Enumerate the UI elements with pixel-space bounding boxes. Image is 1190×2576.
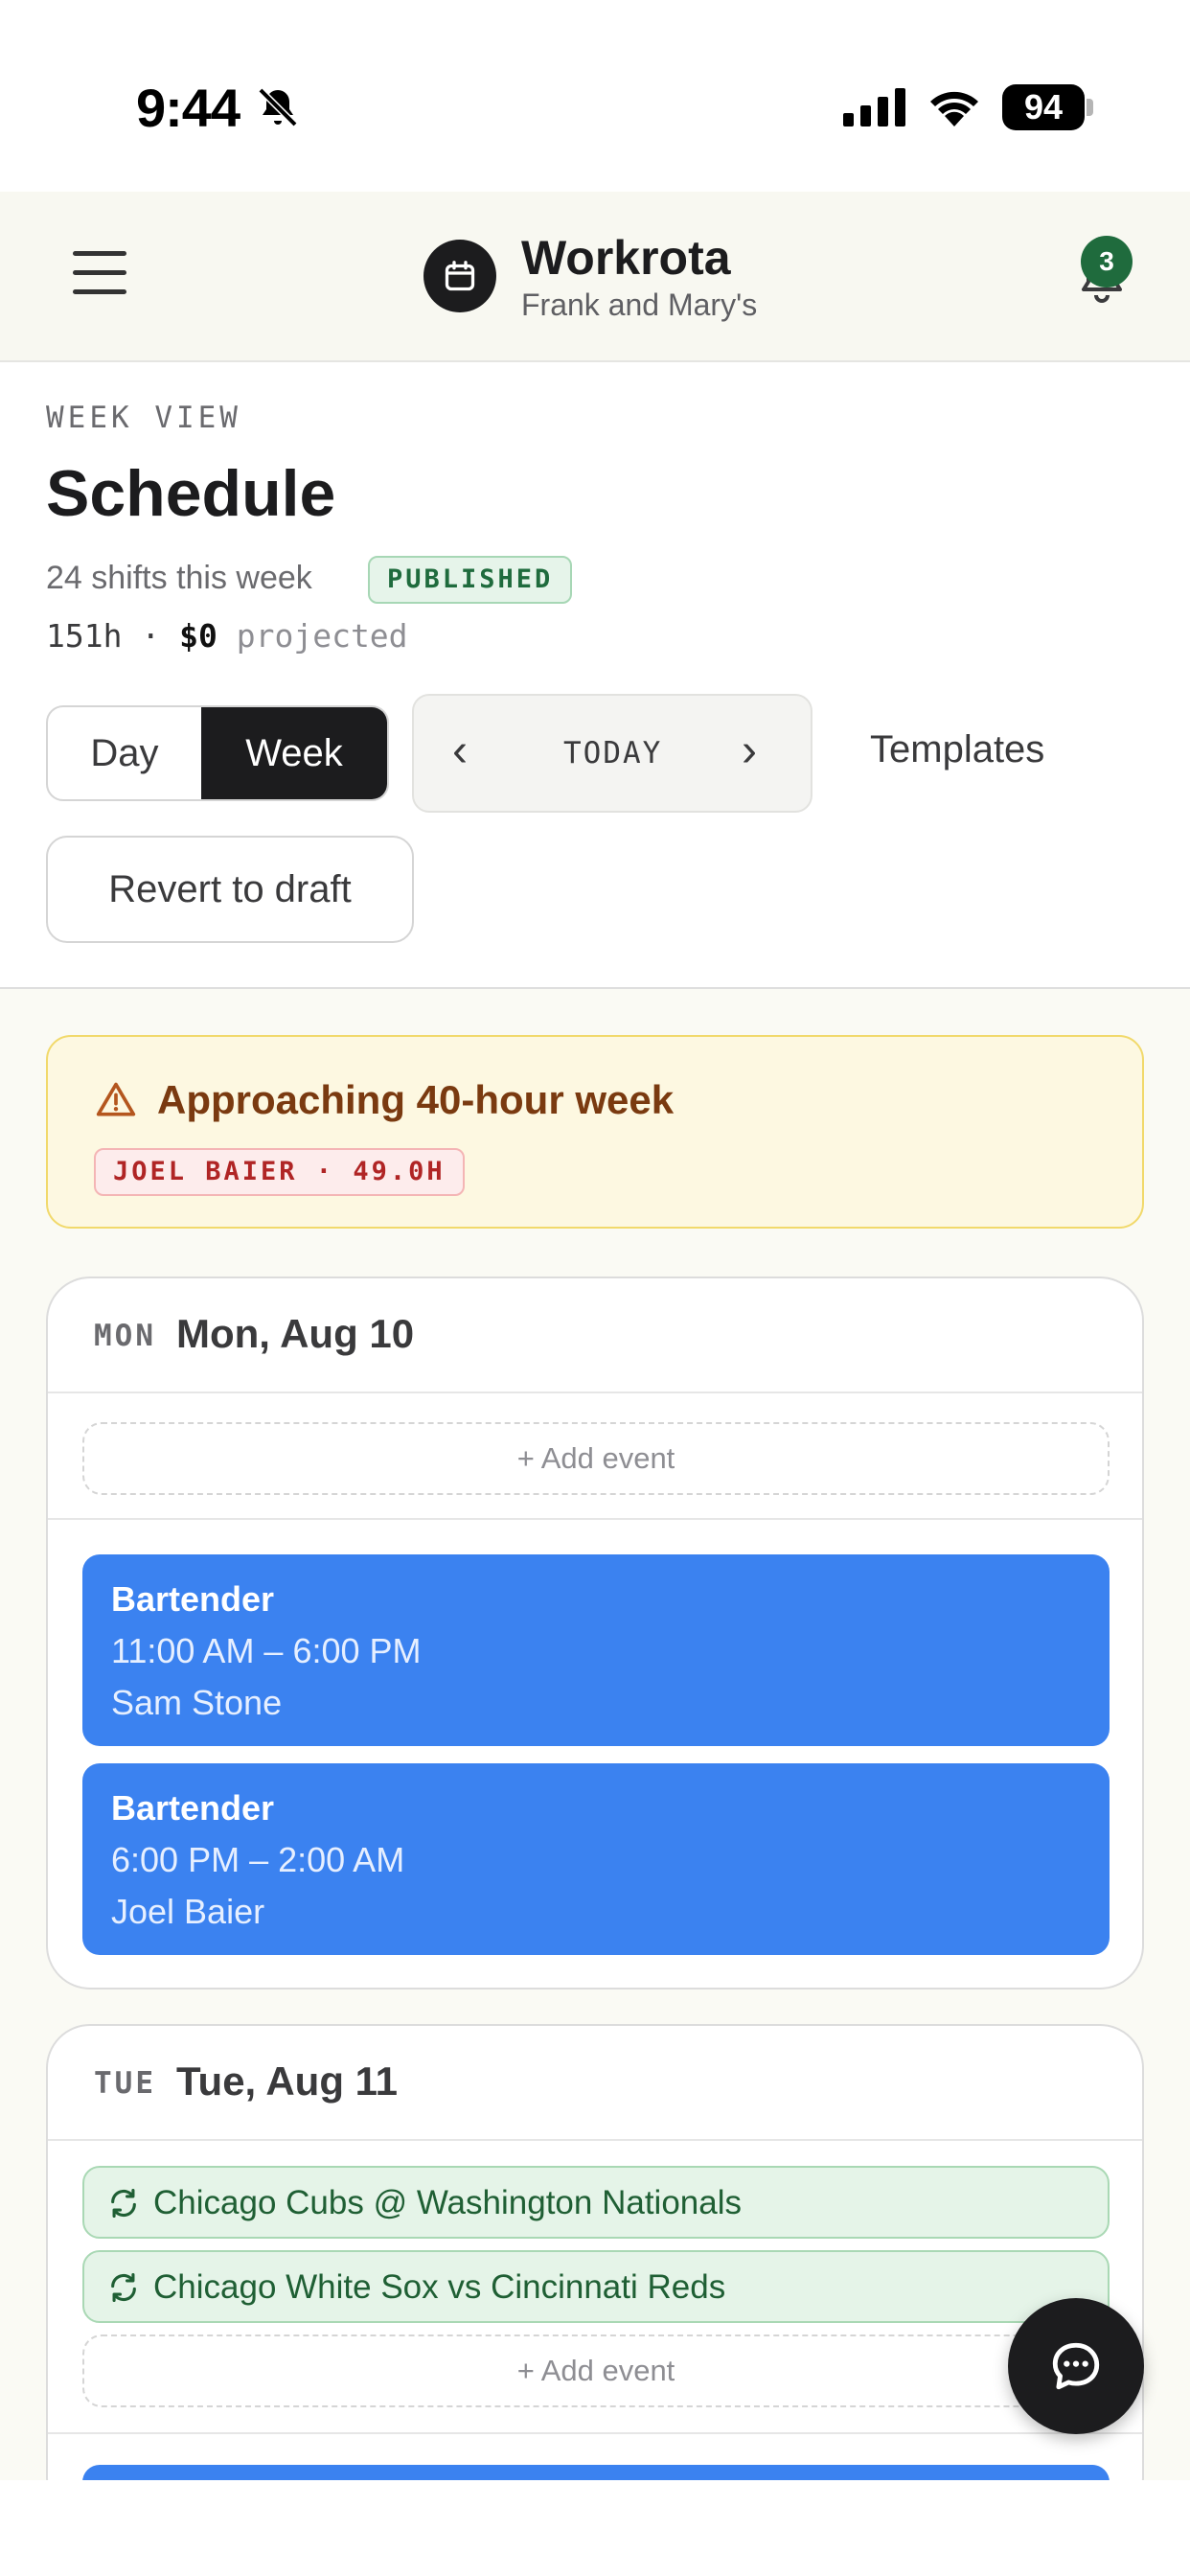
- week-view-button[interactable]: Week: [201, 707, 387, 799]
- projected-label: projected: [236, 617, 408, 655]
- shift-role: Bartender: [111, 1579, 275, 1619]
- status-time: 9:44: [136, 78, 240, 138]
- page-title: Schedule: [46, 457, 336, 530]
- separator: ·: [141, 617, 161, 655]
- projected-cost: $0: [179, 617, 217, 655]
- day-date: Tue, Aug 11: [176, 2058, 399, 2104]
- event-label: Chicago Cubs @ Washington Nationals: [153, 2184, 742, 2221]
- notification-badge: 3: [1081, 236, 1133, 288]
- shift-time: 11:00 AM – 6:00 PM: [111, 1631, 422, 1670]
- warning-icon: [96, 1082, 136, 1116]
- repeat-icon: [111, 2272, 136, 2303]
- calendar-icon: [445, 261, 475, 291]
- day-abbr: MON: [94, 1319, 156, 1353]
- employee-hours-chip[interactable]: JOEL BAIER · 49.0H: [94, 1148, 465, 1196]
- shift-card[interactable]: Bartender 6:00 PM – 2:00 AM Joel Baier: [82, 1763, 1110, 1955]
- shift-card[interactable]: Bartender 11:00 AM – 6:00 PM Sam Stone: [82, 1554, 1110, 1746]
- day-card-mon: MON Mon, Aug 10 + Add event Bartender 11…: [46, 1276, 1144, 1990]
- app-title: Workrota: [521, 231, 731, 285]
- shift-count: 24 shifts this week: [46, 560, 312, 596]
- bottom-area: [0, 2480, 1190, 2576]
- add-event-button[interactable]: + Add event: [82, 2334, 1110, 2407]
- day-date: Mon, Aug 10: [176, 1311, 415, 1356]
- cellular-signal-icon: [843, 88, 905, 126]
- day-header: TUE Tue, Aug 11: [48, 2026, 1142, 2141]
- location-name: Frank and Mary's: [521, 288, 758, 322]
- event-chip[interactable]: Chicago White Sox vs Cincinnati Reds: [82, 2250, 1110, 2323]
- view-toggle: Day Week: [46, 705, 389, 801]
- shift-time: 6:00 PM – 2:00 AM: [111, 1840, 405, 1879]
- day-view-button[interactable]: Day: [48, 707, 201, 799]
- view-eyebrow: WEEK VIEW: [46, 401, 241, 435]
- alert-title: Approaching 40-hour week: [157, 1077, 675, 1122]
- chat-button[interactable]: [1008, 2298, 1144, 2434]
- menu-icon[interactable]: [73, 251, 126, 295]
- overtime-alert: Approaching 40-hour week JOEL BAIER · 49…: [46, 1035, 1144, 1229]
- next-week-button[interactable]: ›: [742, 724, 757, 777]
- templates-button[interactable]: Templates: [870, 728, 1044, 771]
- day-abbr: TUE: [94, 2066, 156, 2101]
- battery-icon: 94: [1002, 84, 1094, 130]
- today-button[interactable]: TODAY: [563, 736, 662, 770]
- event-label: Chicago White Sox vs Cincinnati Reds: [153, 2268, 726, 2306]
- day-header: MON Mon, Aug 10: [48, 1278, 1142, 1393]
- app-logo: [423, 240, 496, 312]
- chat-icon: [1052, 2342, 1100, 2390]
- shift-employee: Sam Stone: [111, 1683, 283, 1722]
- shift-role: Bartender: [111, 1788, 275, 1828]
- revert-to-draft-button[interactable]: Revert to draft: [46, 836, 414, 943]
- total-hours: 151h: [46, 617, 123, 655]
- wifi-icon: [930, 91, 978, 126]
- day-card-tue: TUE Tue, Aug 11 Chicago Cubs @ Washingto…: [46, 2024, 1144, 2522]
- add-event-button[interactable]: + Add event: [82, 1422, 1110, 1495]
- repeat-icon: [111, 2188, 136, 2219]
- event-chip[interactable]: Chicago Cubs @ Washington Nationals: [82, 2166, 1110, 2239]
- status-badge: PUBLISHED: [368, 556, 573, 604]
- hours-summary: 151h · $0 projected: [46, 617, 408, 655]
- bell-slash-icon: [258, 87, 298, 127]
- status-bar: 9:44 94: [0, 0, 1190, 192]
- week-navigator: ‹ TODAY ›: [412, 694, 812, 813]
- app-header: Workrota Frank and Mary's 3: [0, 192, 1190, 362]
- battery-level: 94: [1002, 84, 1085, 130]
- prev-week-button[interactable]: ‹: [452, 724, 468, 777]
- shift-employee: Joel Baier: [111, 1892, 265, 1931]
